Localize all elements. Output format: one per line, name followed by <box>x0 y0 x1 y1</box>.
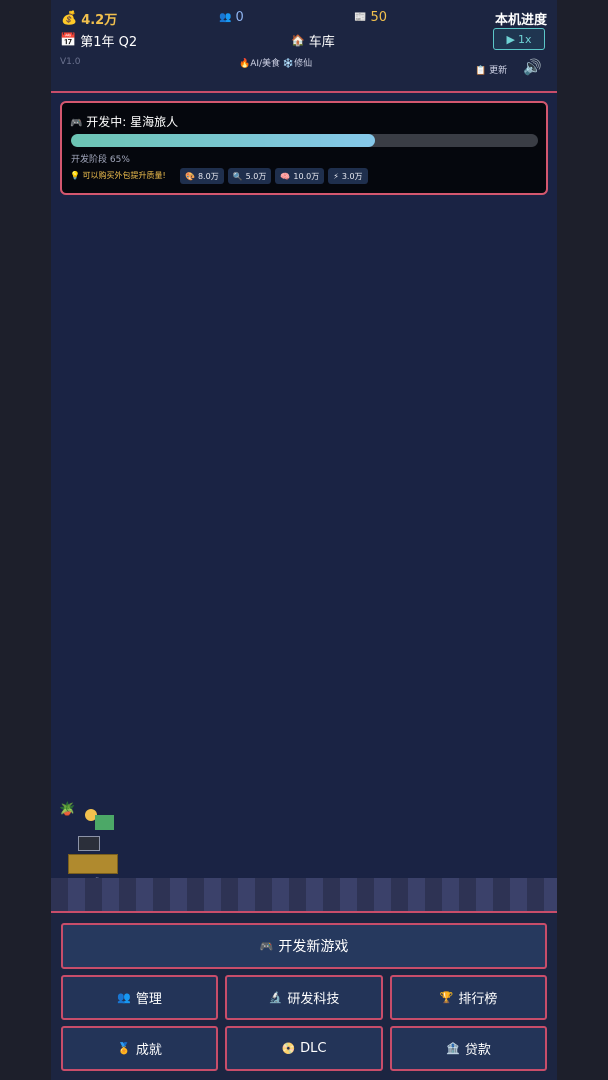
leaderboard-label: 排行榜 <box>458 992 498 1007</box>
people-icon: 👥 <box>219 12 232 23</box>
manage-label: 管理 <box>135 992 162 1007</box>
new-game-label: 开发新游戏 <box>278 939 349 955</box>
brain-icon: 🧠 <box>280 171 291 181</box>
update-button[interactable]: 📋 更新 <box>475 63 507 76</box>
research-label: 研发科技 <box>287 992 340 1007</box>
new-game-button[interactable]: 🎮 开发新游戏 <box>61 923 547 969</box>
game-screen: 💰 4.2万 👥 0 📰 50 本机进度 📅 第1年 Q2 🏠 车库 ▶ 1x … <box>51 0 557 1080</box>
date-display: 📅 第1年 Q2 <box>60 31 137 50</box>
money-value: 4.2万 <box>81 13 118 28</box>
speaker-icon[interactable]: 🔊 <box>523 58 542 76</box>
office-floor <box>51 878 557 911</box>
research-button[interactable]: 🔬 研发科技 <box>225 975 383 1020</box>
outsourcing-options: 🎨 8.0万 🔍 5.0万 🧠 10.0万 ⚡ 3.0万 <box>180 168 368 184</box>
top-bar: 💰 4.2万 👥 0 📰 50 本机进度 📅 第1年 Q2 🏠 车库 ▶ 1x … <box>51 0 557 92</box>
money-stat: 💰 4.2万 <box>61 9 117 28</box>
development-progress-fill <box>71 134 375 147</box>
outsource-design-button[interactable]: 🧠 10.0万 <box>275 168 325 184</box>
monitor-icon <box>78 836 100 851</box>
development-title: 🎮 开发中: 星海旅人 <box>70 113 178 130</box>
fans-value: 0 <box>235 10 244 25</box>
action-panel: 🎮 开发新游戏 👥 管理 🔬 研发科技 🏆 排行榜 🏅 成就 📀 DLC 🏦 贷… <box>51 913 557 1080</box>
note-icon: 📋 <box>475 66 487 76</box>
newspaper-icon: 📰 <box>354 12 367 23</box>
achievements-label: 成就 <box>135 1043 162 1058</box>
outsource-art-cost: 8.0万 <box>197 171 219 181</box>
loan-button[interactable]: 🏦 贷款 <box>390 1026 547 1071</box>
development-card: 🎮 开发中: 星海旅人 开发阶段 65% 💡 可以购买外包提升质量! 🎨 8.0… <box>60 101 548 195</box>
gamepad-icon: 🎮 <box>259 939 274 953</box>
outsource-art-button[interactable]: 🎨 8.0万 <box>180 168 224 184</box>
magnifier-icon: 🔍 <box>232 171 243 181</box>
device-progress-label: 本机进度 <box>494 13 547 28</box>
developer-screen <box>95 815 114 830</box>
dlc-label: DLC <box>300 1041 327 1056</box>
calendar-icon: 📅 <box>60 33 77 48</box>
speed-button[interactable]: ▶ 1x <box>493 28 545 50</box>
desk <box>68 854 118 874</box>
outsourcing-tip-text: 可以购买外包提升质量! <box>82 171 166 180</box>
money-bag-icon: 💰 <box>61 11 78 26</box>
outsource-optimize-button[interactable]: ⚡ 3.0万 <box>328 168 368 184</box>
plant-icon: 🪴 <box>59 802 76 817</box>
trophy-icon: 🏆 <box>439 991 454 1004</box>
speed-value: 1x <box>517 32 532 46</box>
top-divider <box>51 91 557 93</box>
lightbulb-icon: 💡 <box>70 171 80 180</box>
office-display: 🏠 车库 <box>291 31 335 50</box>
microscope-icon: 🔬 <box>268 991 283 1004</box>
leaderboard-button[interactable]: 🏆 排行榜 <box>390 975 547 1020</box>
people-icon: 👥 <box>117 991 131 1004</box>
office-value: 车库 <box>308 35 335 50</box>
development-phase-text: 开发阶段 65% <box>71 155 130 165</box>
outsource-design-cost: 10.0万 <box>293 171 320 181</box>
outsource-qa-button[interactable]: 🔍 5.0万 <box>227 168 272 184</box>
achievements-button[interactable]: 🏅 成就 <box>61 1026 218 1071</box>
trends-label: 🔥AI/美食 ❄️修仙 <box>239 59 313 69</box>
gamepad-icon: 🎮 <box>70 118 83 129</box>
fans-stat: 👥 0 <box>219 10 244 25</box>
hype-value: 50 <box>370 10 387 25</box>
update-label: 更新 <box>489 66 508 76</box>
development-progress-bar <box>71 134 538 147</box>
version-label: V1.0 <box>60 57 81 67</box>
office-scene: 🪴 你 <box>51 800 557 911</box>
disc-icon: 📀 <box>281 1042 296 1055</box>
date-value: 第1年 Q2 <box>80 35 138 50</box>
play-icon: ▶ <box>506 32 515 46</box>
dlc-button[interactable]: 📀 DLC <box>225 1026 383 1071</box>
house-icon: 🏠 <box>291 34 305 47</box>
medal-icon: 🏅 <box>117 1042 131 1055</box>
development-title-text: 开发中: 星海旅人 <box>86 115 179 129</box>
bank-icon: 🏦 <box>446 1042 460 1055</box>
outsource-optimize-cost: 3.0万 <box>341 171 363 181</box>
palette-icon: 🎨 <box>185 171 195 181</box>
outsourcing-tip: 💡 可以购买外包提升质量! <box>70 170 166 181</box>
loan-label: 贷款 <box>464 1043 491 1058</box>
device-progress-button[interactable]: 本机进度 <box>495 9 547 28</box>
outsource-qa-cost: 5.0万 <box>245 171 267 181</box>
hype-stat: 📰 50 <box>354 10 387 25</box>
manage-button[interactable]: 👥 管理 <box>61 975 218 1020</box>
lightning-icon: ⚡ <box>333 171 339 181</box>
